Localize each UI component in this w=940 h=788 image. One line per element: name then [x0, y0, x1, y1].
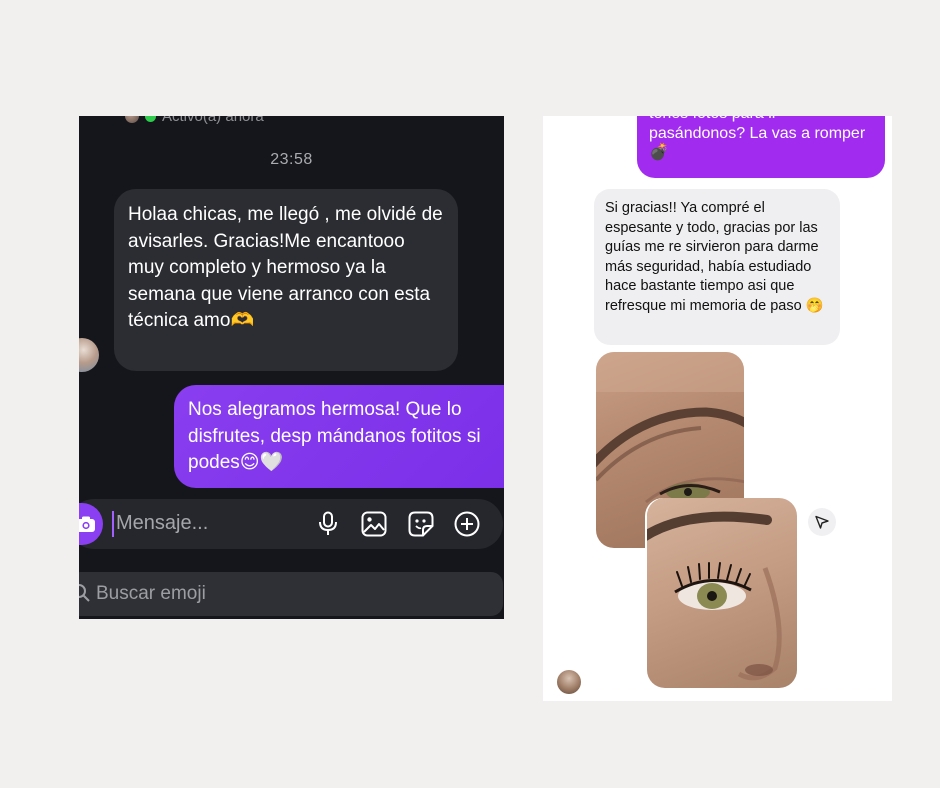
- emoji-search-field[interactable]: Buscar emoji: [79, 572, 503, 616]
- text-cursor: [112, 511, 114, 537]
- outgoing-message-text: Nos alegramos hermosa! Que lo disfrutes,…: [188, 399, 481, 473]
- gallery-icon: [361, 511, 387, 537]
- message-input[interactable]: Mensaje...: [116, 512, 208, 535]
- outgoing-message-bubble: tenes fotos para ir pasándonos? La vas a…: [637, 116, 885, 178]
- incoming-message-bubble: Si gracias!! Ya compré el espesante y to…: [594, 189, 840, 345]
- lash-lift-photo[interactable]: [647, 498, 797, 688]
- contact-avatar[interactable]: [79, 338, 99, 372]
- share-button[interactable]: [808, 508, 836, 536]
- contact-mini-avatar: [125, 116, 139, 123]
- incoming-message-text: Holaa chicas, me llegó , me olvidé de av…: [128, 204, 443, 331]
- plus-icon: [454, 511, 480, 537]
- gallery-button[interactable]: [360, 510, 388, 538]
- incoming-message-text: Si gracias!! Ya compré el espesante y to…: [605, 200, 824, 314]
- dark-chat-screenshot: Activo(a) ahora 23:58 Holaa chicas, me l…: [79, 116, 504, 619]
- camera-icon: [79, 516, 95, 532]
- light-chat-screenshot: tenes fotos para ir pasándonos? La vas a…: [543, 116, 892, 701]
- online-indicator: [145, 116, 156, 122]
- contact-avatar[interactable]: [557, 670, 581, 694]
- incoming-message-bubble: Holaa chicas, me llegó , me olvidé de av…: [114, 189, 458, 371]
- message-timestamp: 23:58: [270, 151, 313, 168]
- outgoing-message-bubble: Nos alegramos hermosa! Que lo disfrutes,…: [174, 385, 504, 488]
- sticker-icon: [408, 511, 434, 537]
- active-status: Activo(a) ahora: [125, 116, 264, 126]
- sticker-button[interactable]: [407, 510, 435, 538]
- outgoing-message-text: tenes fotos para ir pasándonos? La vas a…: [649, 116, 866, 161]
- search-icon: [79, 584, 90, 602]
- microphone-icon: [319, 511, 337, 535]
- message-composer: Mensaje...: [79, 499, 503, 549]
- plus-button[interactable]: [453, 510, 481, 538]
- share-icon: [815, 515, 829, 529]
- active-status-text: Activo(a) ahora: [162, 116, 264, 125]
- camera-button[interactable]: [79, 503, 103, 545]
- emoji-search-placeholder: Buscar emoji: [96, 583, 206, 604]
- microphone-button[interactable]: [314, 510, 342, 538]
